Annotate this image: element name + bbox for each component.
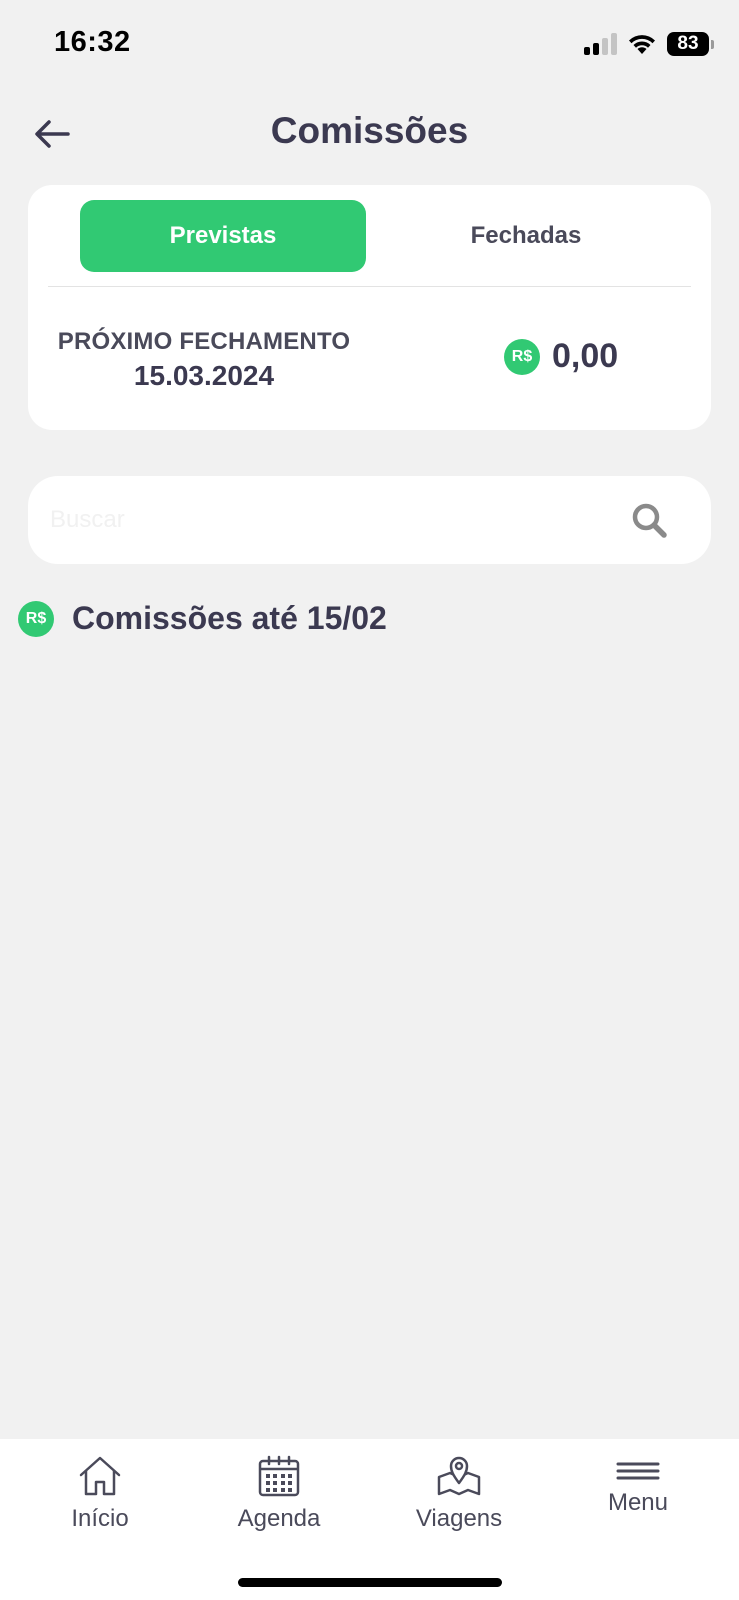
nav-label-inicio: Início xyxy=(71,1505,129,1532)
nav-item-menu[interactable]: Menu xyxy=(558,1453,718,1517)
next-close-block: PRÓXIMO FECHAMENTO 15.03.2024 xyxy=(54,328,354,392)
search-button[interactable] xyxy=(629,500,671,542)
nav-label-menu: Menu xyxy=(607,1489,669,1516)
nav-item-inicio[interactable]: Início xyxy=(20,1453,180,1533)
nav-label-agenda: Agenda xyxy=(237,1505,321,1532)
signal-icon xyxy=(584,33,617,55)
amount-value: 0,00 xyxy=(552,337,619,375)
amount-block: R$ 0,00 xyxy=(504,337,618,376)
nav-item-viagens[interactable]: Viagens xyxy=(379,1453,539,1533)
search-icon xyxy=(632,503,667,538)
status-icons: 83 xyxy=(584,30,714,58)
calendar-icon xyxy=(258,1455,300,1497)
divider xyxy=(48,286,691,287)
map-pin-icon xyxy=(437,1456,481,1496)
currency-icon: R$ xyxy=(504,338,540,375)
home-indicator xyxy=(238,1578,502,1587)
next-close-date: 15.03.2024 xyxy=(133,360,275,391)
tab-previstas[interactable]: Previstas xyxy=(80,200,366,272)
status-time: 16:32 xyxy=(54,26,131,58)
search-bar xyxy=(28,476,711,564)
wifi-icon xyxy=(629,35,655,54)
search-input[interactable] xyxy=(50,498,610,542)
nav-label-viagens: Viagens xyxy=(415,1505,503,1532)
next-close-label: PRÓXIMO FECHAMENTO xyxy=(57,328,351,355)
commission-summary-card: Previstas Fechadas PRÓXIMO FECHAMENTO 15… xyxy=(28,185,711,430)
home-icon xyxy=(79,1456,121,1496)
page-title: Comissões xyxy=(270,110,469,151)
currency-icon: R$ xyxy=(18,600,54,637)
section-header: R$ Comissões até 15/02 xyxy=(18,600,387,637)
tab-bar: Previstas Fechadas xyxy=(80,200,669,272)
bottom-nav: Início Agenda Viagens Menu xyxy=(0,1439,739,1600)
tab-fechadas[interactable]: Fechadas xyxy=(383,200,669,272)
header: Comissões xyxy=(0,100,739,166)
status-bar: 16:32 83 xyxy=(0,0,739,90)
battery-icon: 83 xyxy=(667,32,714,56)
section-title: Comissões até 15/02 xyxy=(72,600,387,636)
battery-level: 83 xyxy=(677,33,699,54)
nav-item-agenda[interactable]: Agenda xyxy=(199,1453,359,1533)
